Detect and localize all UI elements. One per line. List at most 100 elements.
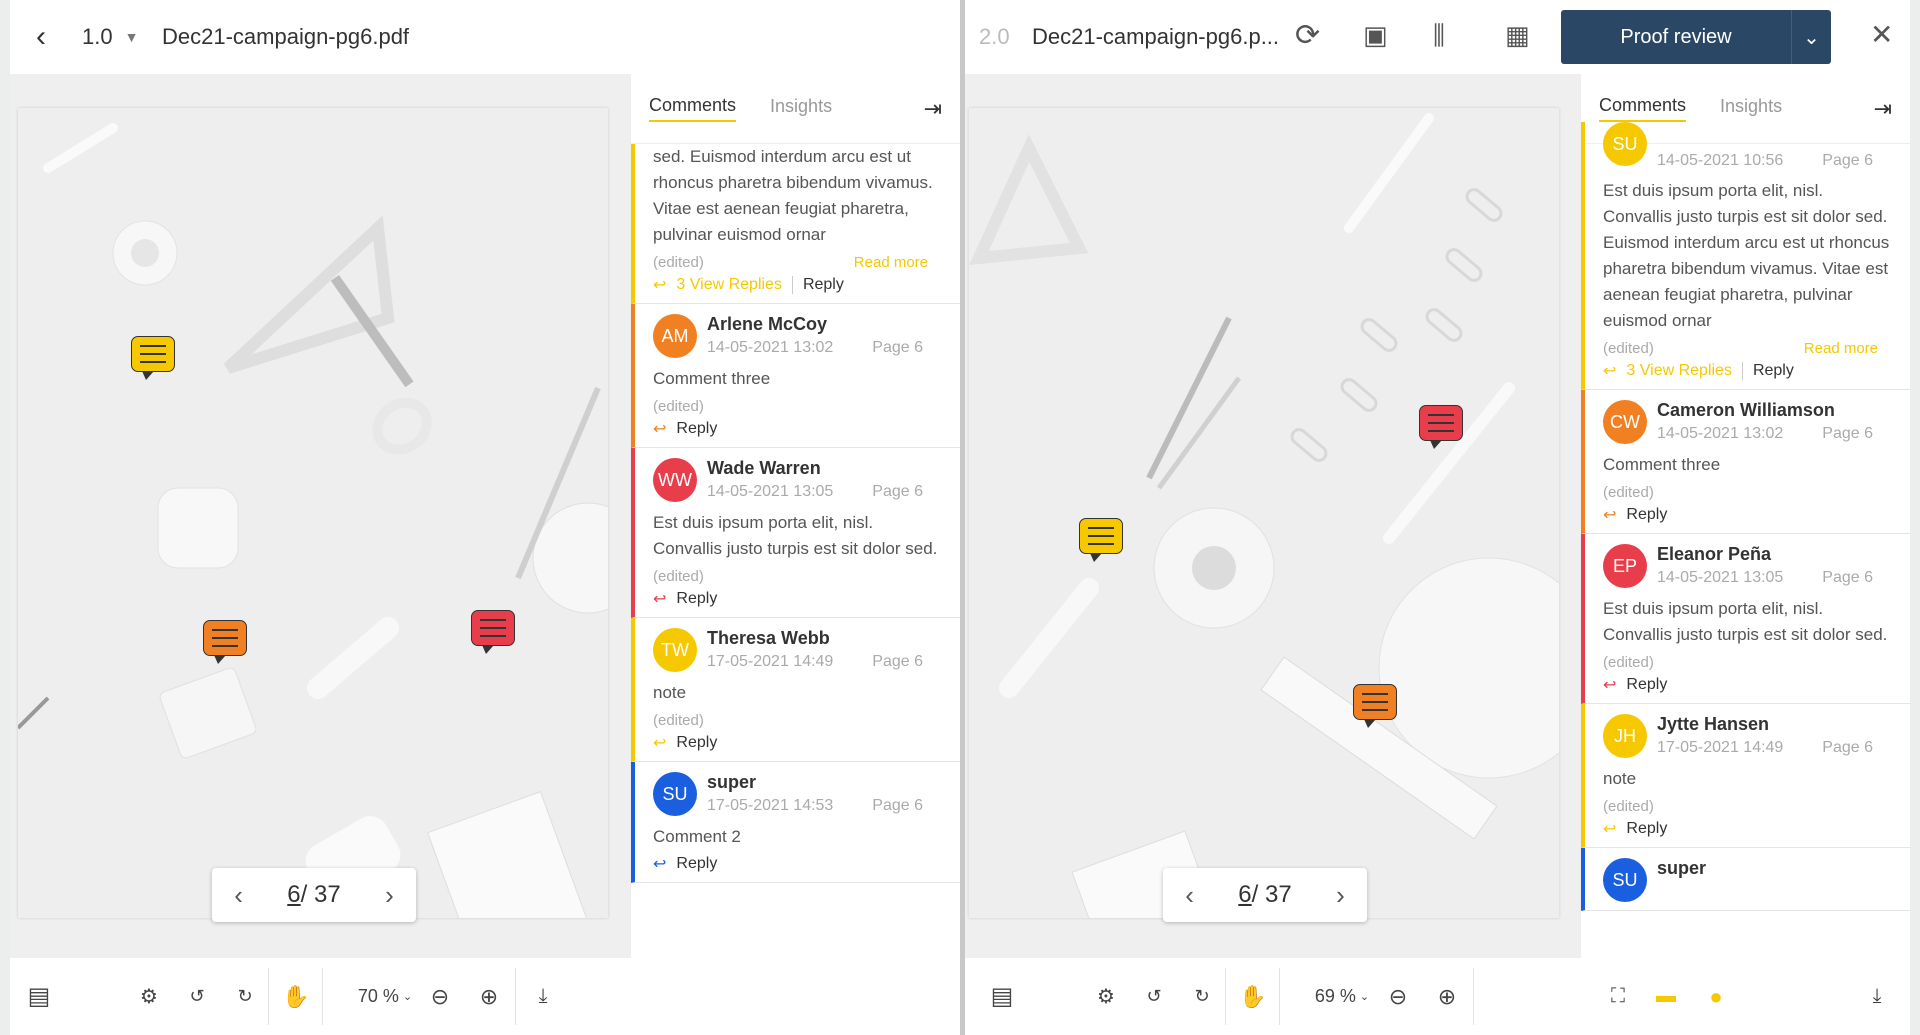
reply-button[interactable]: Reply bbox=[676, 420, 717, 438]
thumbnails-icon[interactable]: ▤ bbox=[24, 958, 54, 1035]
edited-label: (edited) bbox=[1603, 484, 1654, 501]
rotate-left-icon[interactable]: ↺ bbox=[182, 958, 212, 1035]
image-view-icon[interactable]: ▣ bbox=[1363, 20, 1388, 51]
comment-card[interactable]: SU 14-05-2021 10:56 Page 6 Est duis ipsum p… bbox=[1581, 122, 1910, 390]
prev-page-icon[interactable]: ‹ bbox=[234, 880, 243, 911]
edited-row: (edited) bbox=[653, 568, 942, 585]
next-page-icon[interactable]: › bbox=[385, 880, 394, 911]
rotate-right-icon[interactable]: ↻ bbox=[1187, 958, 1217, 1035]
comments-tabs: Comments Insights ⇥ bbox=[631, 74, 960, 144]
comment-card[interactable]: CW Cameron Williamson 14-05-2021 13:02 Page… bbox=[1581, 390, 1910, 534]
reply-button[interactable]: Reply bbox=[676, 590, 717, 608]
right-comments-panel: Comments Insights ⇥ SU 14-05-2021 10:56 Pa… bbox=[1581, 74, 1910, 958]
comment-marker-orange[interactable] bbox=[1353, 684, 1397, 728]
comment-page: Page 6 bbox=[1822, 425, 1873, 442]
zoom-select[interactable]: 70 % ⌄ bbox=[350, 958, 420, 1035]
overlay-diff-icon[interactable]: ▦ bbox=[1505, 20, 1530, 51]
gear-icon[interactable]: ⚙ bbox=[134, 958, 164, 1035]
gear-icon[interactable]: ⚙ bbox=[1091, 958, 1121, 1035]
comment-date: 14-05-2021 13:02 bbox=[707, 339, 834, 356]
reply-button[interactable]: Reply bbox=[1753, 362, 1794, 380]
marquee-select-icon[interactable]: ⛶ bbox=[1603, 958, 1633, 1035]
edited-label: (edited) bbox=[1603, 654, 1654, 671]
back-icon[interactable]: ‹ bbox=[36, 20, 46, 54]
comment-card[interactable]: AM Arlene McCoy 14-05-2021 13:02 Page 6 Comm… bbox=[631, 304, 960, 448]
read-more-link[interactable]: Read more bbox=[1804, 340, 1878, 357]
page-indicator[interactable]: 6/ 37 bbox=[1238, 881, 1291, 909]
page-indicator[interactable]: 6/ 37 bbox=[287, 881, 340, 909]
sync-icon[interactable]: ⟳ bbox=[1295, 18, 1320, 53]
comment-marker-yellow[interactable] bbox=[131, 336, 175, 380]
comment-marker-red[interactable] bbox=[1419, 405, 1463, 449]
view-replies-link[interactable]: 3 View Replies bbox=[676, 276, 793, 294]
reply-button[interactable]: Reply bbox=[676, 734, 717, 752]
chevron-down-icon[interactable]: ⌄ bbox=[1791, 10, 1831, 64]
comment-card[interactable]: TW Theresa Webb 17-05-2021 14:49 Page 6 note… bbox=[631, 618, 960, 762]
comment-body: note bbox=[1603, 769, 1637, 788]
reply-button[interactable]: Reply bbox=[803, 276, 844, 294]
download-icon[interactable]: ⤓ bbox=[1862, 958, 1892, 1035]
reply-arrow-icon: ↩ bbox=[653, 735, 667, 752]
rotate-left-icon[interactable]: ↺ bbox=[1139, 958, 1169, 1035]
comment-card[interactable]: JH Jytte Hansen 17-05-2021 14:49 Page 6 note… bbox=[1581, 704, 1910, 848]
close-icon[interactable]: ✕ bbox=[1870, 18, 1893, 51]
compare-split-icon[interactable]: ⫼ bbox=[1433, 20, 1445, 52]
next-page-icon[interactable]: › bbox=[1336, 880, 1345, 911]
right-document-viewer[interactable]: ‹ 6/ 37 › bbox=[965, 74, 1580, 958]
comment-marker-red[interactable] bbox=[471, 610, 515, 654]
comment-author: super bbox=[707, 772, 757, 792]
download-icon[interactable]: ⤓ bbox=[528, 958, 558, 1035]
reply-arrow-icon: ↩ bbox=[1603, 507, 1617, 524]
tab-comments[interactable]: Comments bbox=[649, 95, 737, 122]
comment-card[interactable]: EP Eleanor Peña 14-05-2021 13:05 Page 6 Est … bbox=[1581, 534, 1910, 704]
document-page-image[interactable] bbox=[969, 108, 1559, 918]
comment-author: Theresa Webb bbox=[707, 628, 830, 648]
left-document-viewer[interactable]: ‹ 6/ 37 › bbox=[10, 74, 630, 958]
zoom-out-icon[interactable]: ⊖ bbox=[425, 958, 455, 1035]
comment-marker-yellow[interactable] bbox=[1079, 518, 1123, 562]
prev-page-icon[interactable]: ‹ bbox=[1185, 880, 1194, 911]
reply-button[interactable]: Reply bbox=[676, 855, 717, 873]
rotate-right-icon[interactable]: ↻ bbox=[230, 958, 260, 1035]
zoom-select[interactable]: 69 % ⌄ bbox=[1307, 958, 1377, 1035]
comment-card[interactable]: sed. Euismod interdum arcu est ut rhoncu… bbox=[631, 144, 960, 304]
page-navigator: ‹ 6/ 37 › bbox=[212, 868, 416, 922]
color-dot-icon[interactable]: ● bbox=[1701, 958, 1731, 1035]
left-version-pane: ‹ 1.0 ▼ Dec21-campaign-pg6.pdf ‹ 6/ 37 ›… bbox=[0, 0, 960, 1035]
comment-page: Page 6 bbox=[1822, 152, 1873, 169]
edited-row: (edited) Read more bbox=[653, 254, 942, 271]
comment-list: SU 14-05-2021 10:56 Page 6 Est duis ipsum p… bbox=[1581, 122, 1910, 911]
comment-meta: 17-05-2021 14:49 Page 6 bbox=[1657, 739, 1873, 757]
reply-button[interactable]: Reply bbox=[1626, 820, 1667, 838]
proof-review-button[interactable]: Proof review ⌄ bbox=[1561, 10, 1831, 64]
view-replies-link[interactable]: 3 View Replies bbox=[1626, 362, 1743, 380]
avatar: AM bbox=[653, 314, 697, 358]
collapse-panel-icon[interactable]: ⇥ bbox=[1874, 96, 1892, 122]
reply-button[interactable]: Reply bbox=[1626, 676, 1667, 694]
thumbnails-icon[interactable]: ▤ bbox=[987, 958, 1017, 1035]
comment-card[interactable]: SU super 17-05-2021 14:53 Page 6 Comment 2 ↩ R… bbox=[631, 762, 960, 883]
hand-pan-icon[interactable]: ✋ bbox=[276, 958, 316, 1035]
zoom-out-icon[interactable]: ⊖ bbox=[1383, 958, 1413, 1035]
comment-card[interactable]: SU super bbox=[1581, 848, 1910, 911]
zoom-in-icon[interactable]: ⊕ bbox=[474, 958, 504, 1035]
comment-tool-icon[interactable]: ▬ bbox=[1651, 958, 1681, 1035]
hand-pan-icon[interactable]: ✋ bbox=[1233, 958, 1273, 1035]
comment-meta: 17-05-2021 14:53 Page 6 bbox=[707, 797, 923, 815]
comment-marker-orange[interactable] bbox=[203, 620, 247, 664]
reply-button[interactable]: Reply bbox=[1626, 506, 1667, 524]
collapse-panel-icon[interactable]: ⇥ bbox=[924, 96, 942, 122]
document-page-image[interactable] bbox=[18, 108, 608, 918]
comment-date: 14-05-2021 13:02 bbox=[1657, 425, 1784, 442]
comment-card[interactable]: WW Wade Warren 14-05-2021 13:05 Page 6 Est d… bbox=[631, 448, 960, 618]
tab-insights[interactable]: Insights bbox=[770, 96, 832, 121]
avatar: TW bbox=[653, 628, 697, 672]
reply-row: ↩ Reply bbox=[653, 419, 942, 439]
version-selector[interactable]: 1.0 ▼ bbox=[82, 24, 138, 50]
read-more-link[interactable]: Read more bbox=[854, 254, 928, 271]
edited-label: (edited) bbox=[653, 254, 704, 271]
tab-comments[interactable]: Comments bbox=[1599, 95, 1687, 122]
zoom-in-icon[interactable]: ⊕ bbox=[1432, 958, 1462, 1035]
tab-insights[interactable]: Insights bbox=[1720, 96, 1782, 121]
avatar: SU bbox=[653, 772, 697, 816]
